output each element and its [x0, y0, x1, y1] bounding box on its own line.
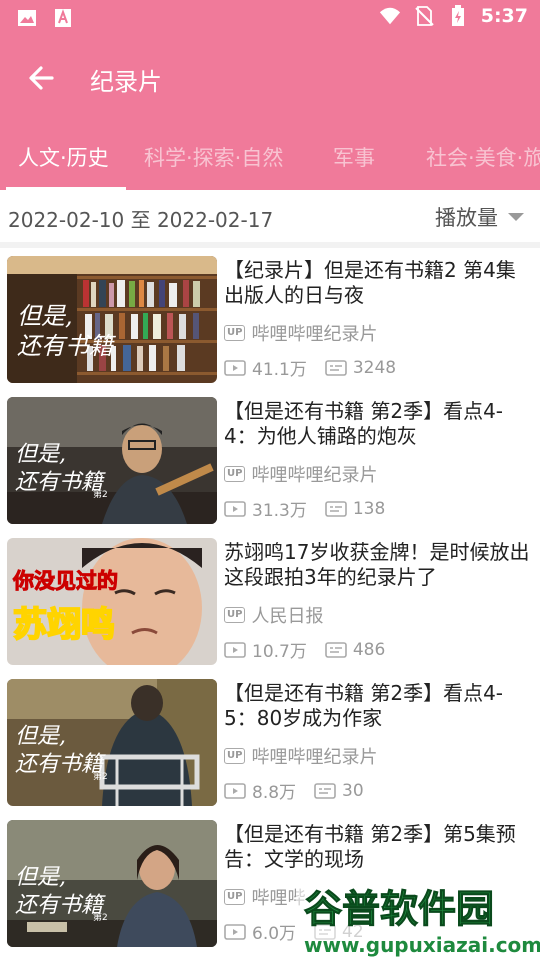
up-badge: UP	[224, 748, 246, 764]
thumbnail-overlay-text: 但是,	[17, 302, 73, 330]
wifi-icon	[379, 7, 400, 25]
danmaku-icon	[314, 782, 336, 799]
danmaku-count: 3248	[352, 357, 397, 378]
arrow-left-icon[interactable]	[24, 60, 60, 96]
tab-humanities-history[interactable]: 人文·历史	[18, 142, 109, 172]
uploader-name[interactable]: 哔哩哔哩纪录片	[251, 743, 377, 769]
up-badge: UP	[224, 325, 246, 341]
image-icon	[18, 10, 36, 26]
video-thumbnail: 但是, 还有书籍	[7, 256, 217, 383]
uploader-row: UP 哔哩哔	[224, 884, 305, 910]
video-item[interactable]: 你没见过的 苏翊鸣 苏翊鸣17岁收获金牌！是时候放出这段跟拍3年的纪录片了 UP…	[0, 530, 540, 671]
watermark-logo: 谷普软件园 www.gupuxiazai.com	[296, 876, 540, 960]
filter-bar: 2022-02-10 至 2022-02-17 播放量	[0, 190, 540, 242]
tab-military[interactable]: 军事	[333, 142, 375, 172]
video-item[interactable]: 但是, 还有书籍 第2 【但是还有书籍 第2季】看点4-5：80岁成为作家 UP…	[0, 671, 540, 812]
svg-text:第2: 第2	[93, 911, 108, 923]
svg-text:第2: 第2	[93, 770, 108, 782]
danmaku-count: 486	[352, 639, 386, 660]
video-thumbnail: 但是, 还有书籍 第2	[7, 820, 217, 947]
play-count-icon	[224, 641, 246, 658]
date-range: 2022-02-10 至 2022-02-17	[8, 208, 274, 232]
video-thumbnail: 你没见过的 苏翊鸣	[7, 538, 217, 665]
video-thumbnail: 但是, 还有书籍 第2	[7, 397, 217, 524]
video-thumbnail: 但是, 还有书籍 第2	[7, 679, 217, 806]
text-a-icon	[55, 9, 71, 27]
stats-row: 8.8万 30	[224, 778, 364, 803]
play-count-icon	[224, 500, 246, 517]
status-time: 5:37	[480, 5, 528, 27]
uploader-name[interactable]: 哔哩哔哩纪录片	[251, 461, 377, 487]
video-title: 【但是还有书籍 第2季】看点4-4：为他人铺路的炮灰	[224, 399, 504, 448]
video-title: 【但是还有书籍 第2季】第5集预告：文学的现场	[224, 822, 516, 871]
page-title: 纪录片	[90, 68, 162, 96]
view-count: 31.3万	[252, 501, 307, 521]
category-tabs: 人文·历史 科学·探索·自然 军事 社会·美食·旅	[0, 124, 540, 190]
battery-charging-icon	[451, 5, 464, 26]
danmaku-icon	[325, 500, 347, 517]
tab-science-nature[interactable]: 科学·探索·自然	[144, 142, 283, 172]
sort-label: 播放量	[435, 206, 498, 230]
no-sim-icon	[415, 6, 434, 26]
danmaku-icon	[325, 641, 347, 658]
video-item[interactable]: 但是, 还有书籍 第2 【但是还有书籍 第2季】看点4-4：为他人铺路的炮灰 U…	[0, 389, 540, 530]
dropdown-arrow-icon	[508, 213, 524, 221]
up-badge: UP	[224, 607, 246, 623]
danmaku-count: 138	[352, 498, 386, 519]
uploader-row: UP 哔哩哔哩纪录片	[224, 461, 377, 487]
app-bar: 纪录片	[0, 36, 540, 124]
stats-row: 31.3万 138	[224, 496, 385, 521]
svg-text:www.gupuxiazai.com: www.gupuxiazai.com	[304, 933, 540, 957]
uploader-name[interactable]: 人民日报	[251, 602, 323, 628]
svg-text:但是,: 但是,	[15, 724, 66, 749]
tab-society-food-travel[interactable]: 社会·美食·旅	[426, 142, 540, 172]
video-title: 苏翊鸣17岁收获金牌！是时候放出这段跟拍3年的纪录片了	[224, 540, 530, 589]
thumbnail-promo-line1: 你没见过的	[12, 569, 118, 593]
video-item[interactable]: 但是, 还有书籍 【纪录片】但是还有书籍2 第4集 出版人的日与夜 UP 哔哩哔…	[0, 248, 540, 389]
stats-row: 41.1万 3248	[224, 355, 396, 380]
danmaku-icon	[325, 359, 347, 376]
video-title: 【纪录片】但是还有书籍2 第4集 出版人的日与夜	[224, 258, 516, 307]
danmaku-count: 30	[342, 780, 364, 801]
uploader-name[interactable]: 哔哩哔哩纪录片	[251, 320, 377, 346]
stats-row: 10.7万 486	[224, 637, 385, 662]
view-count: 10.7万	[252, 642, 307, 662]
svg-text:谷普软件园: 谷普软件园	[304, 887, 494, 931]
svg-text:还有书籍: 还有书籍	[17, 332, 116, 360]
view-count: 8.8万	[252, 783, 297, 803]
svg-text:第2: 第2	[93, 488, 108, 500]
view-count: 41.1万	[252, 360, 307, 380]
up-badge: UP	[224, 466, 246, 482]
video-title: 【但是还有书籍 第2季】看点4-5：80岁成为作家	[224, 681, 504, 730]
view-count: 6.0万	[252, 924, 297, 944]
svg-text:但是,: 但是,	[15, 442, 66, 467]
play-count-icon	[224, 359, 246, 376]
svg-text:苏翊鸣: 苏翊鸣	[13, 605, 115, 645]
uploader-row: UP 哔哩哔哩纪录片	[224, 743, 377, 769]
svg-text:但是,: 但是,	[15, 865, 66, 890]
play-count-icon	[224, 923, 246, 940]
play-count-icon	[224, 782, 246, 799]
uploader-row: UP 人民日报	[224, 602, 323, 628]
uploader-row: UP 哔哩哔哩纪录片	[224, 320, 377, 346]
status-bar: 5:37	[0, 0, 540, 36]
up-badge: UP	[224, 889, 246, 905]
sort-dropdown[interactable]: 播放量	[435, 202, 524, 232]
